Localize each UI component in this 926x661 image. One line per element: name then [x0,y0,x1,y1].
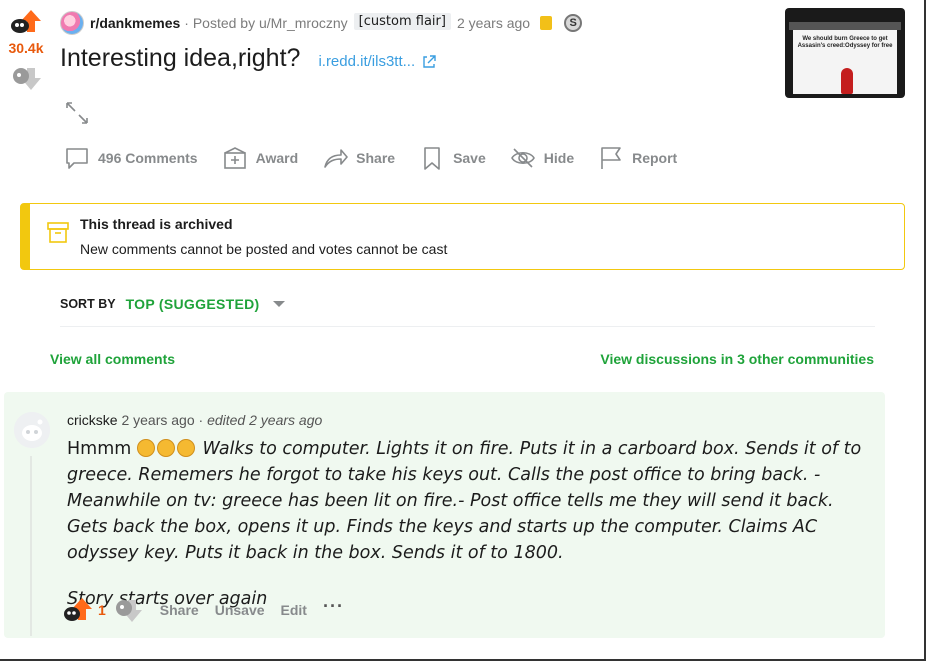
report-label: Report [632,150,678,166]
post-title[interactable]: Interesting idea,right? [60,44,300,73]
comment-score: 1 [98,602,106,618]
comment-upvote-icon[interactable] [62,596,94,624]
post-link[interactable]: i.redd.it/ils3tt... [318,53,437,70]
subreddit-avatar[interactable] [60,11,84,35]
user-flair: [custom flair] [353,12,451,30]
comment-meta: crickske 2 years ago · edited 2 years ag… [67,412,322,428]
thumbnail-caption: We should burn Greece to get Assasin's c… [797,36,893,49]
thread-line[interactable] [30,456,32,636]
sort-divider [60,326,875,327]
comment-unsave-button[interactable]: Unsave [215,602,265,618]
award-label: Award [255,150,299,166]
share-icon [324,149,348,168]
comment-avatar[interactable] [14,412,50,448]
posted-by[interactable]: · Posted by u/Mr_mroczny [184,15,347,31]
snoo-avatar-icon [14,412,50,448]
comment-action-bar: 1 Share Unsave Edit ··· [62,596,344,624]
post-action-bar: 496 Comments Award Share Save Hide Repor… [64,145,701,171]
external-link-icon[interactable] [421,54,437,70]
comment-age[interactable]: 2 years ago [121,412,194,428]
post-link-text[interactable]: i.redd.it/ils3tt... [318,53,415,70]
comment-text: Walks to computer. Lights it on fire. Pu… [67,439,862,563]
comment-author[interactable]: crickske [67,412,118,428]
thinking-emoji-icon [176,439,195,457]
archived-title: This thread is archived [80,216,233,232]
comments-label: 496 Comments [98,150,198,166]
meta-separator: · [198,412,204,428]
silver-award-icon[interactable]: S [564,14,583,32]
post-title-row: Interesting idea,right? i.redd.it/ils3tt… [60,44,437,73]
comment-edit-button[interactable]: Edit [281,602,307,618]
share-button[interactable]: Share [322,145,395,171]
chevron-down-icon[interactable] [273,301,286,307]
comments-button[interactable]: 496 Comments [64,145,198,171]
comment: crickske 2 years ago · edited 2 years ag… [4,392,885,638]
gift-icon [223,147,246,169]
more-options-icon[interactable]: ··· [323,596,344,617]
flag-icon [601,147,621,169]
archive-box-icon [47,222,69,243]
downvote-icon[interactable] [9,64,43,92]
post-thumbnail[interactable]: We should burn Greece to get Assasin's c… [785,8,905,98]
post-score: 30.4k [8,40,44,56]
award-button[interactable]: Award [222,145,299,171]
hide-button[interactable]: Hide [510,145,574,171]
comment-prefix: Hmmm [67,439,132,459]
comment-edited: edited 2 years ago [207,412,323,428]
hide-label: Hide [543,150,575,166]
sort-dropdown[interactable]: SORT BY TOP (SUGGESTED) [60,296,286,312]
comment-downvote-icon[interactable] [112,596,144,624]
expand-icon[interactable] [64,100,90,126]
sort-value[interactable]: TOP (SUGGESTED) [126,296,260,312]
share-label: Share [356,150,396,166]
upvote-icon[interactable] [9,8,43,36]
thinking-emoji-icon [156,439,175,457]
thumbnail-screen-bar [789,22,901,30]
subreddit-link[interactable]: r/dankmemes [90,15,180,31]
eye-slash-icon [510,148,535,168]
comment-share-button[interactable]: Share [160,602,199,618]
report-button[interactable]: Report [598,145,677,171]
view-discussions-link[interactable]: View discussions in 3 other communities [600,351,874,367]
view-all-comments-link[interactable]: View all comments [50,351,175,367]
comment-icon [66,148,88,169]
thinking-emoji-icon [136,439,155,457]
save-label: Save [453,150,486,166]
post-meta: r/dankmemes · Posted by u/Mr_mroczny [cu… [60,10,583,36]
archived-text: New comments cannot be posted and votes … [80,241,448,257]
save-button[interactable]: Save [419,145,486,171]
comment-paragraph-1: Hmmm Walks to computer. Lights it on fir… [67,436,867,566]
post-age[interactable]: 2 years ago [457,15,530,31]
bookmark-icon [424,147,440,170]
gold-award-icon[interactable] [540,16,553,30]
comment-body: Hmmm Walks to computer. Lights it on fir… [67,436,867,612]
thumbnail-figure [841,68,853,94]
sort-by-label: SORT BY [60,297,116,311]
archived-banner: This thread is archived New comments can… [20,203,905,270]
post-vote-column: 30.4k [6,8,46,92]
